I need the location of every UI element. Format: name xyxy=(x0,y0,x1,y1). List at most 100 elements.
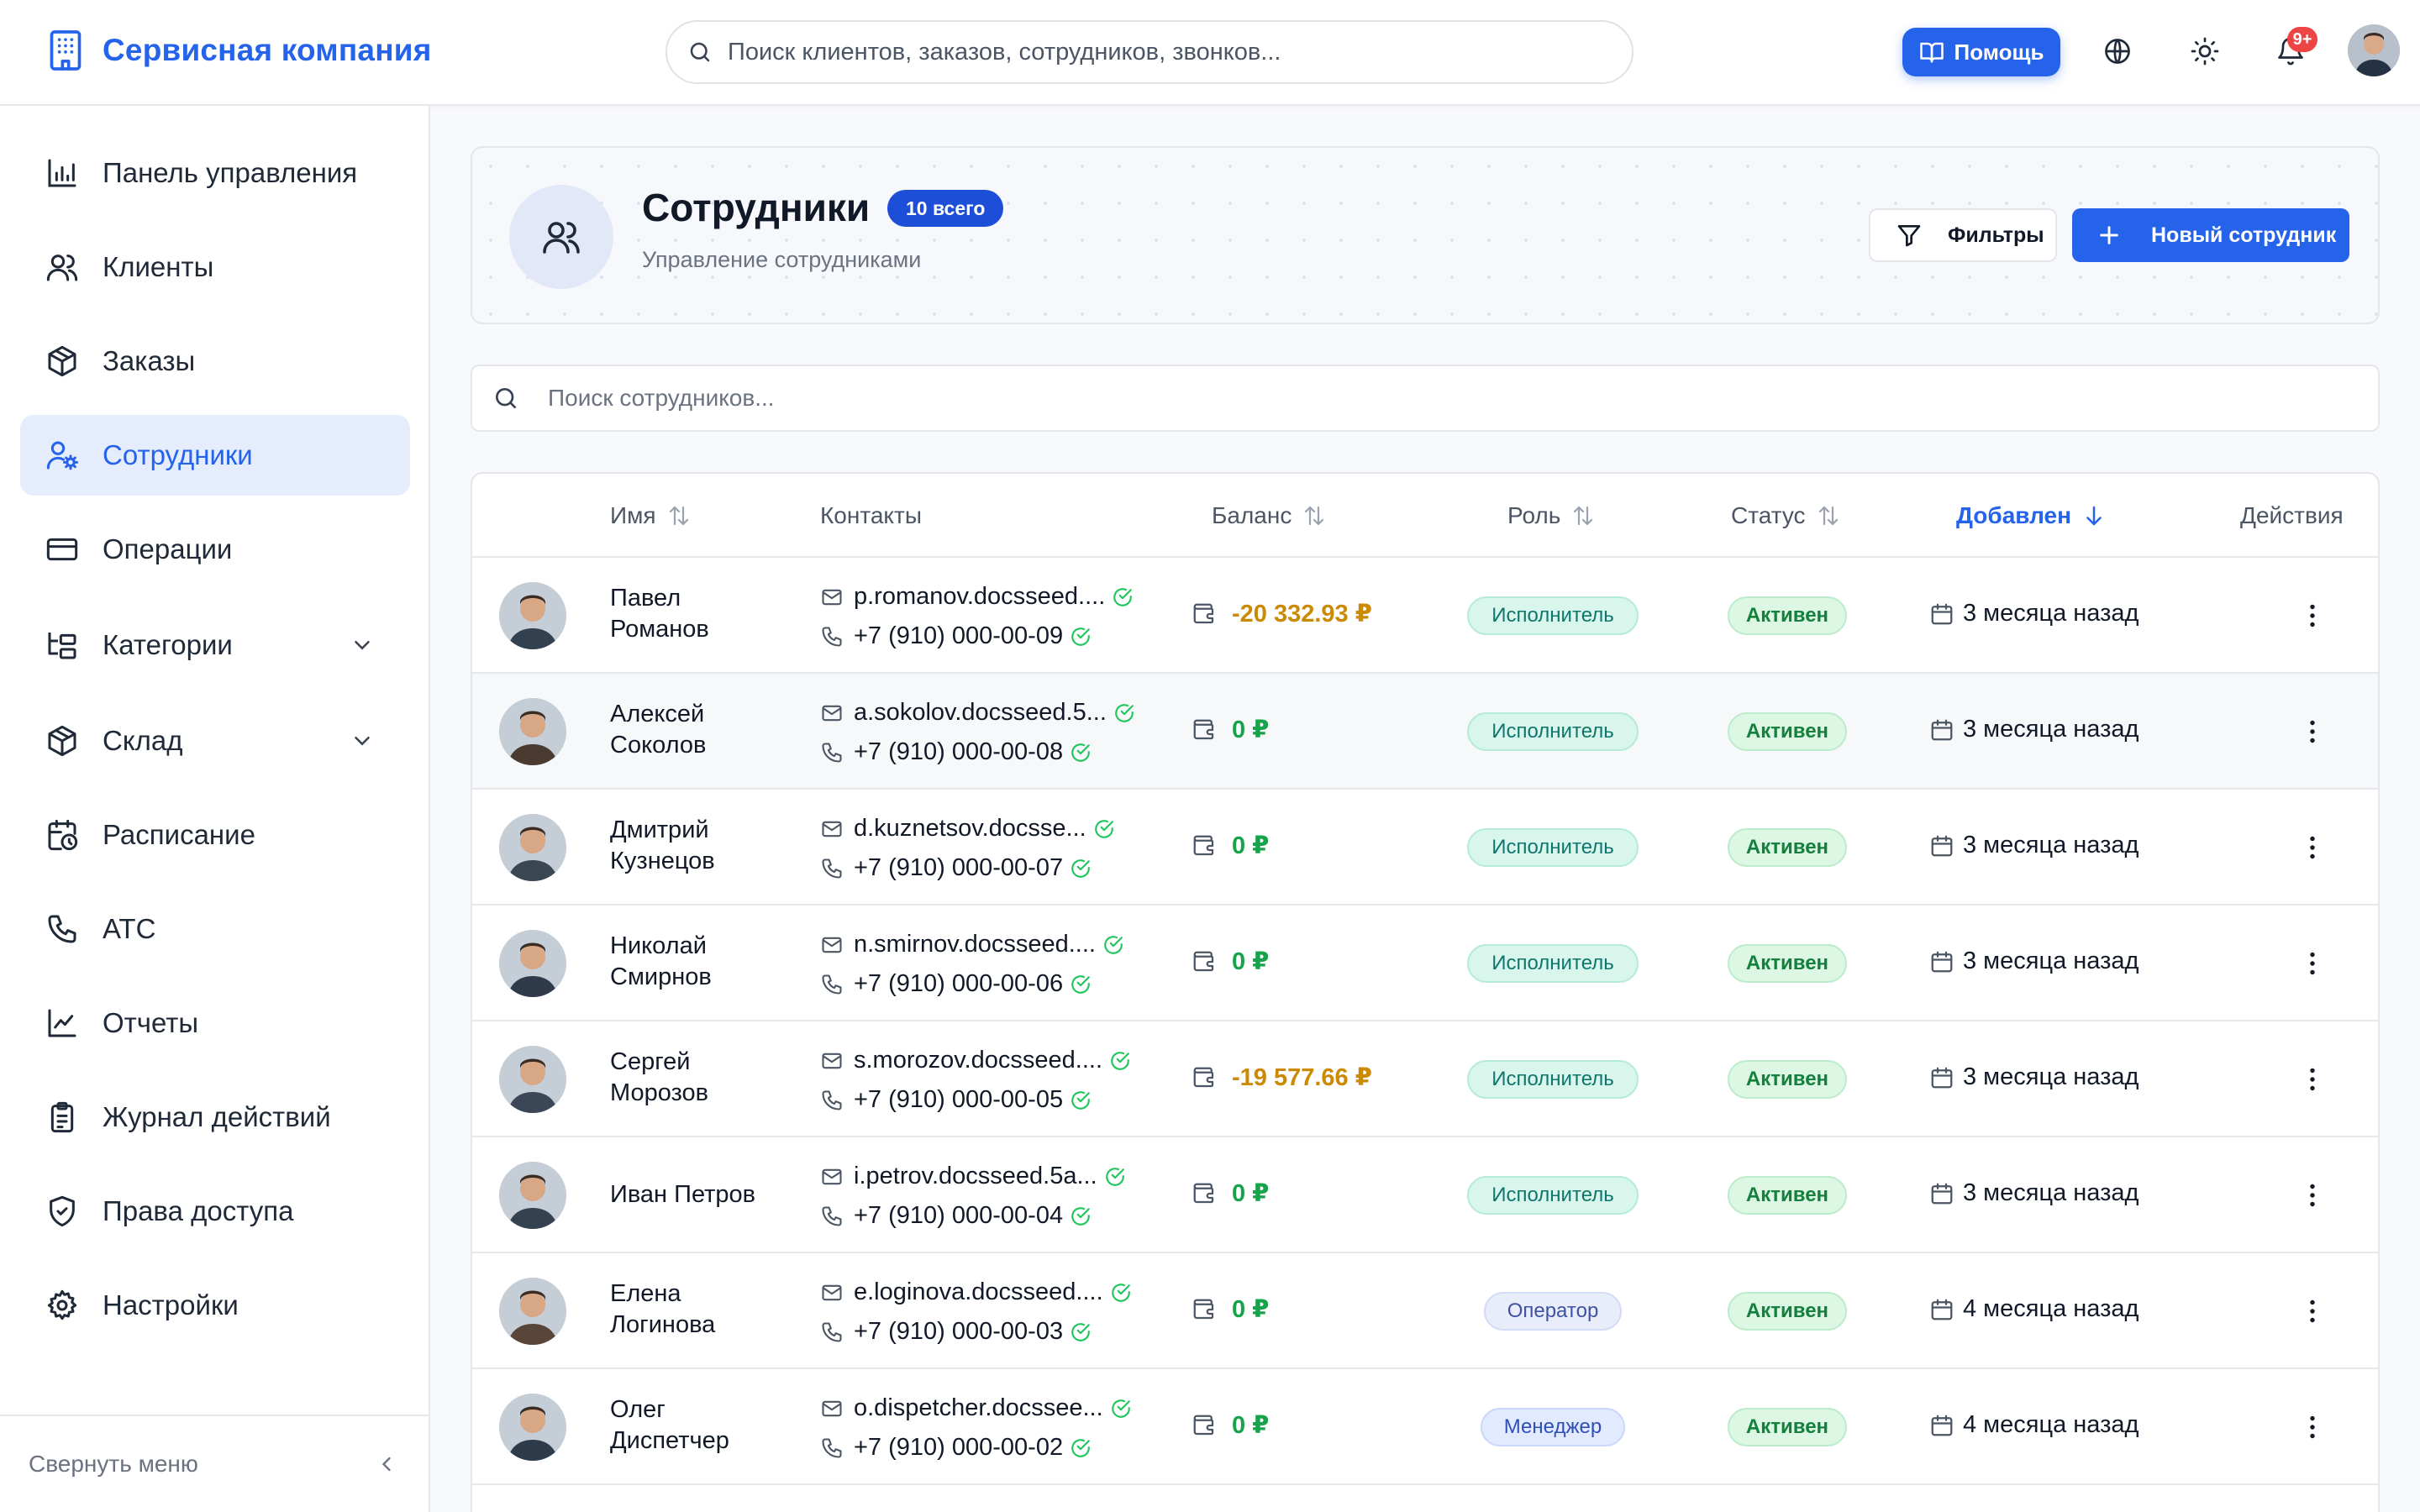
help-button[interactable]: Помощь xyxy=(1902,28,2060,76)
sidebar-item-label: Категории xyxy=(103,629,233,660)
chevron-down-icon[interactable] xyxy=(350,633,375,658)
sun-icon[interactable] xyxy=(2190,36,2220,66)
sidebar-item-pbx[interactable]: АТС xyxy=(20,889,410,969)
sidebar-item-operations[interactable]: Операции xyxy=(20,509,410,590)
wallet-icon xyxy=(1192,1297,1217,1322)
employee-phone[interactable]: +7 (910) 000-00-04 xyxy=(820,1202,1092,1230)
table-row[interactable]: Иван Петров i.petrov.docsseed.5a... +7 (91… xyxy=(472,1137,2378,1253)
collapse-menu-button[interactable]: Свернуть меню xyxy=(0,1415,429,1512)
sidebar-item-schedule[interactable]: Расписание xyxy=(20,795,410,875)
row-actions-menu-icon[interactable] xyxy=(2297,948,2328,979)
table-row[interactable]: Дмитрий Кузнецов d.kuznetsov.docsse... +7 (… xyxy=(472,790,2378,906)
user-avatar[interactable] xyxy=(2348,24,2400,76)
mail-icon xyxy=(820,1165,844,1189)
status-badge: Активен xyxy=(1728,596,1847,635)
row-actions-menu-icon[interactable] xyxy=(2297,1412,2328,1442)
chevron-left-icon xyxy=(375,1452,398,1476)
added-date: 3 месяца назад xyxy=(1929,832,2139,859)
table-row[interactable]: Павел Романов p.romanov.docsseed.... +7 (91… xyxy=(472,558,2378,674)
users-icon xyxy=(45,250,79,284)
sidebar-item-reports[interactable]: Отчеты xyxy=(20,983,410,1063)
employee-name[interactable]: Иван Петров xyxy=(610,1179,803,1210)
global-search-input[interactable] xyxy=(728,38,1568,66)
employee-name[interactable]: Олег Диспетчер xyxy=(610,1394,803,1457)
employee-phone[interactable]: +7 (910) 000-00-08 xyxy=(820,738,1092,766)
added-text: 3 месяца назад xyxy=(1963,600,2139,627)
row-actions-menu-icon[interactable] xyxy=(2297,1296,2328,1326)
status-badge: Активен xyxy=(1728,944,1847,983)
verified-icon xyxy=(1070,1437,1092,1459)
added-date: 4 месяца назад xyxy=(1929,1411,2139,1439)
shield-check-icon xyxy=(45,1194,79,1228)
table-row[interactable]: Олег Диспетчер o.dispetcher.docssee... +7 (… xyxy=(472,1369,2378,1485)
employee-name[interactable]: Павел Романов xyxy=(610,583,803,645)
chevron-down-icon[interactable] xyxy=(350,728,375,753)
table-row[interactable]: Сергей Морозов s.morozov.docsseed.... +7 (9… xyxy=(472,1021,2378,1137)
row-actions-menu-icon[interactable] xyxy=(2297,832,2328,863)
role-badge: Исполнитель xyxy=(1467,828,1639,867)
employee-name[interactable]: Елена Логинова xyxy=(610,1278,803,1341)
sidebar-item-label: Склад xyxy=(103,725,183,756)
filters-button[interactable]: Фильтры xyxy=(1869,208,2057,262)
column-header-name[interactable]: Имя xyxy=(610,474,692,558)
employee-phone[interactable]: +7 (910) 000-00-06 xyxy=(820,970,1092,998)
sidebar-item-dashboard[interactable]: Панель управления xyxy=(20,133,410,213)
filters-label: Фильтры xyxy=(1948,223,2044,247)
column-header-status[interactable]: Статус xyxy=(1731,474,1841,558)
table-row[interactable]: Елена Логинова e.loginova.docsseed.... +7 (… xyxy=(472,1253,2378,1369)
role-badge: Исполнитель xyxy=(1467,1060,1639,1099)
employee-phone[interactable]: +7 (910) 000-00-02 xyxy=(820,1434,1092,1462)
page-header: Сотрудники 10 всего Управление сотрудник… xyxy=(471,146,2380,324)
global-search[interactable] xyxy=(666,20,1634,84)
sidebar-item-warehouse[interactable]: Склад xyxy=(20,701,410,781)
employee-name[interactable]: Николай Смирнов xyxy=(610,931,803,993)
employee-search[interactable] xyxy=(471,365,2380,432)
globe-icon[interactable] xyxy=(2102,36,2133,66)
employee-email[interactable]: s.morozov.docsseed.... xyxy=(820,1047,1131,1074)
row-actions-menu-icon[interactable] xyxy=(2297,1180,2328,1210)
search-icon xyxy=(687,39,713,65)
collapse-menu-label: Свернуть меню xyxy=(29,1451,198,1477)
verified-icon xyxy=(1093,818,1115,840)
row-actions-menu-icon[interactable] xyxy=(2297,601,2328,631)
employee-phone[interactable]: +7 (910) 000-00-03 xyxy=(820,1318,1092,1346)
sidebar-item-access-rights[interactable]: Права доступа xyxy=(20,1171,410,1252)
added-date: 3 месяца назад xyxy=(1929,948,2139,975)
employee-email[interactable]: a.sokolov.docsseed.5... xyxy=(820,699,1135,727)
sidebar-item-categories[interactable]: Категории xyxy=(20,605,410,685)
employee-email[interactable]: n.smirnov.docsseed.... xyxy=(820,931,1124,958)
brand[interactable]: Сервисная компания xyxy=(47,29,432,72)
column-header-balance[interactable]: Баланс xyxy=(1212,474,1327,558)
employee-email[interactable]: i.petrov.docsseed.5a... xyxy=(820,1163,1126,1190)
column-header-role[interactable]: Роль xyxy=(1507,474,1596,558)
employee-balance: 0 ₽ xyxy=(1192,947,1269,976)
employee-name[interactable]: Алексей Соколов xyxy=(610,699,803,761)
employee-search-input[interactable] xyxy=(548,385,2228,412)
employee-avatar xyxy=(499,1162,566,1229)
sidebar-item-label: Расписание xyxy=(103,819,255,850)
sidebar-item-activity-log[interactable]: Журнал действий xyxy=(20,1077,410,1158)
sidebar-item-employees[interactable]: Сотрудники xyxy=(20,415,410,496)
row-actions-menu-icon[interactable] xyxy=(2297,717,2328,747)
employee-phone[interactable]: +7 (910) 000-00-05 xyxy=(820,1086,1092,1114)
employee-email[interactable]: p.romanov.docsseed.... xyxy=(820,583,1134,611)
employee-phone[interactable]: +7 (910) 000-00-09 xyxy=(820,622,1092,650)
book-open-icon xyxy=(1919,39,1944,65)
employee-name[interactable]: Сергей Морозов xyxy=(610,1047,803,1109)
table-row[interactable]: Алексей Соколов a.sokolov.docsseed.5... +7 … xyxy=(472,674,2378,790)
email-text: o.dispetcher.docssee... xyxy=(854,1394,1103,1421)
new-employee-button[interactable]: Новый сотрудник xyxy=(2072,208,2349,262)
sidebar-item-orders[interactable]: Заказы xyxy=(20,321,410,402)
sidebar-item-clients[interactable]: Клиенты xyxy=(20,227,410,307)
employee-email[interactable]: o.dispetcher.docssee... xyxy=(820,1394,1132,1422)
employee-email[interactable]: d.kuznetsov.docsse... xyxy=(820,815,1115,843)
sidebar-item-label: Панель управления xyxy=(103,157,358,188)
row-actions-menu-icon[interactable] xyxy=(2297,1064,2328,1095)
sidebar-item-settings[interactable]: Настройки xyxy=(20,1265,410,1346)
employee-email[interactable]: e.loginova.docsseed.... xyxy=(820,1278,1132,1306)
column-header-added[interactable]: Добавлен xyxy=(1956,474,2107,558)
top-bar: Сервисная компания Помощь 9+ xyxy=(0,0,2420,106)
employee-phone[interactable]: +7 (910) 000-00-07 xyxy=(820,854,1092,882)
table-row[interactable]: Николай Смирнов n.smirnov.docsseed.... +7 (… xyxy=(472,906,2378,1021)
employee-name[interactable]: Дмитрий Кузнецов xyxy=(610,815,803,877)
